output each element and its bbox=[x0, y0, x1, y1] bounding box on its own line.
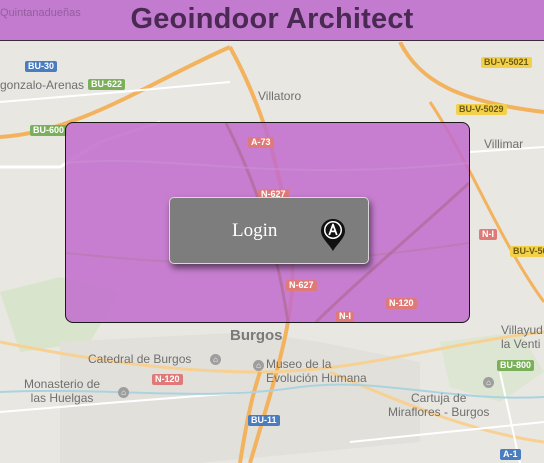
place-villayuda: Villayud la Venti bbox=[501, 323, 543, 351]
road-shield: A-1 bbox=[500, 449, 521, 460]
road-shield: BU-622 bbox=[88, 79, 126, 90]
road-shield: N-I bbox=[479, 229, 497, 240]
road-shield: BU-600 bbox=[30, 125, 68, 136]
page-title: Geoindoor Architect bbox=[130, 3, 414, 35]
map-marker-a-icon bbox=[321, 219, 345, 251]
road-shield: BU-800 bbox=[497, 360, 535, 371]
login-button-label: Login bbox=[232, 220, 278, 241]
landmark-icon: ⌂ bbox=[210, 354, 221, 365]
place-monasterio: Monasterio de las Huelgas bbox=[24, 377, 101, 405]
road-shield: BU-11 bbox=[248, 415, 280, 426]
road-shield: N-120 bbox=[386, 298, 417, 309]
landmark-icon: ⌂ bbox=[483, 377, 494, 388]
road-shield: BU-30 bbox=[25, 61, 58, 72]
museum-icon: ⌂ bbox=[253, 360, 264, 371]
road-shield: N-I bbox=[336, 311, 354, 322]
road-shield: BU-V-5021 bbox=[481, 57, 532, 68]
road-shield: BU-V-50 bbox=[510, 246, 544, 257]
place-gonzalo-arenas: gonzalo-Arenas bbox=[0, 78, 85, 92]
place-burgos: Burgos bbox=[230, 327, 283, 344]
road-shield: N-120 bbox=[152, 374, 183, 385]
place-cartuja: Cartuja de Miraflores - Burgos bbox=[388, 391, 490, 419]
road-shield: A-73 bbox=[248, 137, 274, 148]
landmark-icon: ⌂ bbox=[118, 387, 129, 398]
app-header: Quintanadueñas Geoindoor Architect bbox=[0, 0, 544, 41]
login-button[interactable]: Login bbox=[169, 197, 369, 264]
place-villatoro: Villatoro bbox=[258, 89, 302, 103]
place-catedral: Catedral de Burgos bbox=[88, 352, 192, 366]
road-shield: N-627 bbox=[286, 280, 317, 291]
place-museo: Museo de la Evolución Humana bbox=[266, 357, 367, 385]
road-shield: BU-V-5029 bbox=[456, 104, 507, 115]
place-villimar: Villimar bbox=[484, 137, 524, 151]
